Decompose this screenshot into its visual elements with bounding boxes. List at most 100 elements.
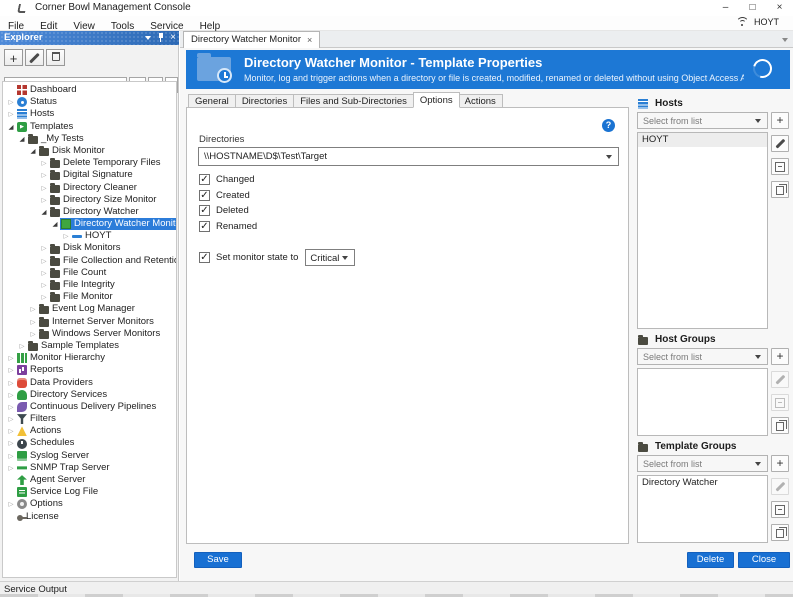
collapse-arrow-icon[interactable]: ◢ <box>50 218 60 230</box>
tab-files-and-sub-directories[interactable]: Files and Sub-Directories <box>294 94 414 108</box>
template-groups-select[interactable]: Select from list <box>637 455 768 472</box>
add-button[interactable]: + <box>771 348 789 365</box>
add-button[interactable]: + <box>771 112 789 129</box>
tree-item-event-log-manager[interactable]: ▷Event Log Manager <box>3 303 176 315</box>
remove-button[interactable] <box>771 158 789 175</box>
expand-arrow-icon[interactable]: ▷ <box>39 242 49 254</box>
tree-item-disk-monitors[interactable]: ▷Disk Monitors <box>3 242 176 254</box>
tab-options[interactable]: Options <box>413 92 460 108</box>
expand-arrow-icon[interactable]: ▷ <box>6 450 16 462</box>
tree-item-reports[interactable]: ▷Reports <box>3 364 176 376</box>
checkbox-changed[interactable]: ✓Changed <box>199 172 257 188</box>
collapse-arrow-icon[interactable]: ◢ <box>6 121 16 133</box>
tree-item-file-count[interactable]: ▷File Count <box>3 267 176 279</box>
collapse-arrow-icon[interactable]: ◢ <box>17 133 27 145</box>
tree-item-delete-temporary-files[interactable]: ▷Delete Temporary Files <box>3 157 176 169</box>
tab-directories[interactable]: Directories <box>236 94 294 108</box>
expand-arrow-icon[interactable]: ▷ <box>6 437 16 449</box>
expand-arrow-icon[interactable]: ▷ <box>28 316 38 328</box>
tree-item-directory-watcher[interactable]: ◢Directory Watcher <box>3 206 176 218</box>
delete-button[interactable] <box>46 49 65 66</box>
tree-item-directory-cleaner[interactable]: ▷Directory Cleaner <box>3 182 176 194</box>
close-icon[interactable]: × <box>766 0 793 16</box>
tree-item-windows-server-monitors[interactable]: ▷Windows Server Monitors <box>3 328 176 340</box>
checkbox-renamed[interactable]: ✓Renamed <box>199 219 257 235</box>
list-item-directory-watcher[interactable]: Directory Watcher <box>638 476 767 490</box>
expand-arrow-icon[interactable]: ▷ <box>6 108 16 120</box>
tree-item-data-providers[interactable]: ▷Data Providers <box>3 377 176 389</box>
tree-item-directory-services[interactable]: ▷Directory Services <box>3 389 176 401</box>
expand-arrow-icon[interactable]: ▷ <box>61 230 71 242</box>
expand-arrow-icon[interactable]: ▷ <box>39 157 49 169</box>
expand-arrow-icon[interactable]: ▷ <box>39 255 49 267</box>
tab-actions[interactable]: Actions <box>459 94 503 108</box>
hosts-list[interactable]: HOYT <box>637 132 768 329</box>
tree-item-hosts[interactable]: ▷Hosts <box>3 108 176 120</box>
tree-item-file-collection-and-retention[interactable]: ▷File Collection and Retention <box>3 255 176 267</box>
tree-item-directory-size-monitor[interactable]: ▷Directory Size Monitor <box>3 194 176 206</box>
tree-item-file-monitor[interactable]: ▷File Monitor <box>3 291 176 303</box>
document-tab[interactable]: Directory Watcher Monitor × <box>183 31 320 48</box>
expand-arrow-icon[interactable]: ▷ <box>39 194 49 206</box>
expand-arrow-icon[interactable]: ▷ <box>6 377 16 389</box>
checkbox-deleted[interactable]: ✓Deleted <box>199 203 257 219</box>
copy-button[interactable] <box>771 524 789 541</box>
expand-arrow-icon[interactable]: ▷ <box>28 328 38 340</box>
tree-item-hoyt[interactable]: ▷HOYT <box>3 230 176 242</box>
help-icon[interactable]: ? <box>602 119 615 132</box>
expand-arrow-icon[interactable]: ▷ <box>6 425 16 437</box>
expand-arrow-icon[interactable]: ▷ <box>6 364 16 376</box>
edit-button[interactable] <box>771 135 789 152</box>
checkbox-set-monitor-state[interactable]: ✓ Set monitor state to Critical <box>199 249 355 266</box>
tree-item-monitor-hierarchy[interactable]: ▷Monitor Hierarchy <box>3 352 176 364</box>
template-groups-list[interactable]: Directory Watcher <box>637 475 768 543</box>
add-button[interactable]: + <box>771 455 789 472</box>
tree-item-agent-server[interactable]: Agent Server <box>3 474 176 486</box>
pin-icon[interactable] <box>157 33 164 43</box>
tree-item-sample-templates[interactable]: ▷Sample Templates <box>3 340 176 352</box>
tree-item-file-integrity[interactable]: ▷File Integrity <box>3 279 176 291</box>
tab-general[interactable]: General <box>188 94 236 108</box>
directories-combobox[interactable]: \\HOSTNAME\D$\Test\Target <box>198 147 619 166</box>
tree-item-templates[interactable]: ◢Templates <box>3 121 176 133</box>
expand-arrow-icon[interactable]: ▷ <box>6 413 16 425</box>
tree-item-internet-server-monitors[interactable]: ▷Internet Server Monitors <box>3 316 176 328</box>
tree-item-schedules[interactable]: ▷Schedules <box>3 437 176 449</box>
monitor-state-select[interactable]: Critical <box>305 249 355 266</box>
tree-item-syslog-server[interactable]: ▷Syslog Server <box>3 450 176 462</box>
tree-item-filters[interactable]: ▷Filters <box>3 413 176 425</box>
delete-button[interactable]: Delete <box>687 552 734 568</box>
copy-button[interactable] <box>771 417 789 434</box>
tree-item-dashboard[interactable]: Dashboard <box>3 84 176 96</box>
expand-arrow-icon[interactable]: ▷ <box>39 291 49 303</box>
tab-close-icon[interactable]: × <box>307 32 312 48</box>
copy-button[interactable] <box>771 181 789 198</box>
minimize-icon[interactable]: – <box>712 0 739 16</box>
expand-arrow-icon[interactable]: ▷ <box>6 462 16 474</box>
tree-item-digital-signature[interactable]: ▷Digital Signature <box>3 169 176 181</box>
expand-arrow-icon[interactable]: ▷ <box>39 279 49 291</box>
tree-item-snmp-trap-server[interactable]: ▷SNMP Trap Server <box>3 462 176 474</box>
remove-button[interactable] <box>771 501 789 518</box>
panel-menu-chevron-icon[interactable] <box>145 36 151 40</box>
collapse-arrow-icon[interactable]: ◢ <box>39 206 49 218</box>
edit-button[interactable] <box>25 49 44 66</box>
hosts-select[interactable]: Select from list <box>637 112 768 129</box>
host-groups-list[interactable] <box>637 368 768 436</box>
tree-item-actions[interactable]: ▷Actions <box>3 425 176 437</box>
tree-item-service-log-file[interactable]: Service Log File <box>3 486 176 498</box>
explorer-panel-header[interactable]: Explorer × <box>0 31 179 45</box>
expand-arrow-icon[interactable]: ▷ <box>6 352 16 364</box>
tree-item-status[interactable]: ▷Status <box>3 96 176 108</box>
expand-arrow-icon[interactable]: ▷ <box>6 401 16 413</box>
expand-arrow-icon[interactable]: ▷ <box>39 169 49 181</box>
expand-arrow-icon[interactable]: ▷ <box>39 267 49 279</box>
checkbox-created[interactable]: ✓Created <box>199 188 257 204</box>
edit-button[interactable] <box>771 371 789 388</box>
close-button[interactable]: Close <box>738 552 790 568</box>
tree-item-my-tests[interactable]: ◢_My Tests <box>3 133 176 145</box>
tree-item-directory-watcher-monitor[interactable]: ◢Directory Watcher Monitor <box>3 218 176 230</box>
expand-arrow-icon[interactable]: ▷ <box>6 498 16 510</box>
tree-item-continuous-delivery-pipelines[interactable]: ▷Continuous Delivery Pipelines <box>3 401 176 413</box>
maximize-icon[interactable]: □ <box>739 0 766 16</box>
